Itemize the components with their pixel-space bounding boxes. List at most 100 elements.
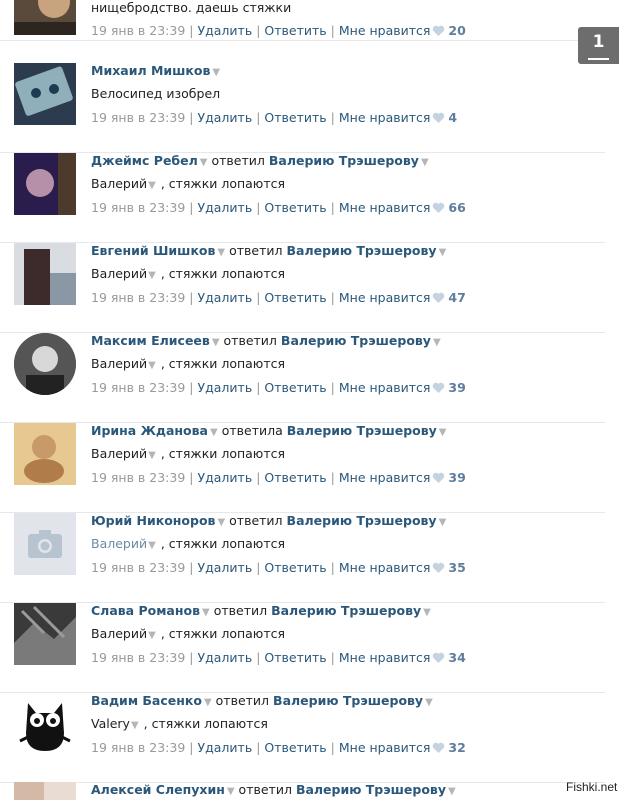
heart-icon[interactable] xyxy=(432,652,445,668)
reply-to-name[interactable]: Валерию Трэшерову xyxy=(287,513,437,528)
author-name[interactable]: Михаил Мишков xyxy=(91,63,210,78)
reply-to-name[interactable]: Валерию Трэшерову xyxy=(296,782,446,797)
page-number-badge[interactable]: 1 xyxy=(578,27,619,64)
dropdown-arrow-icon[interactable]: ▼ xyxy=(423,607,431,618)
reply-link[interactable]: Ответить xyxy=(264,23,326,38)
dropdown-arrow-icon[interactable]: ▼ xyxy=(425,697,433,708)
dropdown-arrow-icon[interactable]: ▼ xyxy=(204,697,212,708)
dropdown-arrow-icon[interactable]: ▼ xyxy=(202,607,210,618)
author-name[interactable]: Алексей Слепухин xyxy=(91,782,225,797)
comment-date[interactable]: 19 янв в 23:39 xyxy=(91,290,185,305)
comment-date[interactable]: 19 янв в 23:39 xyxy=(91,200,185,215)
reply-to-name[interactable]: Валерию Трэшерову xyxy=(271,603,421,618)
mention[interactable]: Валерий xyxy=(91,176,147,191)
reply-to-name[interactable]: Валерию Трэшерову xyxy=(287,243,437,258)
reply-link[interactable]: Ответить xyxy=(264,110,326,125)
comment-date[interactable]: 19 янв в 23:39 xyxy=(91,380,185,395)
avatar[interactable] xyxy=(14,243,76,305)
delete-link[interactable]: Удалить xyxy=(198,650,253,665)
like-link[interactable]: Мне нравится xyxy=(339,110,431,125)
delete-link[interactable]: Удалить xyxy=(198,470,253,485)
dropdown-arrow-icon[interactable]: ▼ xyxy=(439,247,447,258)
reply-link[interactable]: Ответить xyxy=(264,560,326,575)
author-name[interactable]: Слава Романов xyxy=(91,603,200,618)
avatar[interactable] xyxy=(14,153,76,215)
delete-link[interactable]: Удалить xyxy=(198,380,253,395)
like-link[interactable]: Мне нравится xyxy=(339,380,431,395)
mention[interactable]: Валерий xyxy=(91,446,147,461)
heart-icon[interactable] xyxy=(432,472,445,488)
comment-date[interactable]: 19 янв в 23:39 xyxy=(91,740,185,755)
delete-link[interactable]: Удалить xyxy=(198,740,253,755)
like-link[interactable]: Мне нравится xyxy=(339,200,431,215)
dropdown-arrow-icon[interactable]: ▼ xyxy=(439,517,447,528)
like-link[interactable]: Мне нравится xyxy=(339,23,431,38)
dropdown-arrow-icon[interactable]: ▼ xyxy=(148,270,156,281)
like-link[interactable]: Мне нравится xyxy=(339,650,431,665)
reply-to-name[interactable]: Валерию Трэшерову xyxy=(281,333,431,348)
author-name[interactable]: Юрий Никоноров xyxy=(91,513,215,528)
dropdown-arrow-icon[interactable]: ▼ xyxy=(217,247,225,258)
delete-link[interactable]: Удалить xyxy=(198,200,253,215)
delete-link[interactable]: Удалить xyxy=(198,560,253,575)
author-name[interactable]: Ирина Жданова xyxy=(91,423,208,438)
comment-date[interactable]: 19 янв в 23:39 xyxy=(91,560,185,575)
avatar[interactable] xyxy=(14,423,76,485)
avatar[interactable] xyxy=(14,0,76,35)
author-name[interactable]: Джеймс Ребел xyxy=(91,153,198,168)
author-name[interactable]: Евгений Шишков xyxy=(91,243,215,258)
like-link[interactable]: Мне нравится xyxy=(339,470,431,485)
delete-link[interactable]: Удалить xyxy=(198,290,253,305)
reply-to-name[interactable]: Валерию Трэшерову xyxy=(287,423,437,438)
dropdown-arrow-icon[interactable]: ▼ xyxy=(148,630,156,641)
avatar[interactable] xyxy=(14,63,76,125)
mention[interactable]: Валерий xyxy=(91,266,147,281)
reply-to-name[interactable]: Валерию Трэшерову xyxy=(273,693,423,708)
reply-link[interactable]: Ответить xyxy=(264,650,326,665)
dropdown-arrow-icon[interactable]: ▼ xyxy=(448,786,456,797)
dropdown-arrow-icon[interactable]: ▼ xyxy=(148,180,156,191)
dropdown-arrow-icon[interactable]: ▼ xyxy=(131,720,139,731)
heart-icon[interactable] xyxy=(432,202,445,218)
reply-to-name[interactable]: Валерию Трэшерову xyxy=(269,153,419,168)
like-link[interactable]: Мне нравится xyxy=(339,290,431,305)
heart-icon[interactable] xyxy=(432,292,445,308)
heart-icon[interactable] xyxy=(432,25,445,41)
like-link[interactable]: Мне нравится xyxy=(339,560,431,575)
dropdown-arrow-icon[interactable]: ▼ xyxy=(210,427,218,438)
dropdown-arrow-icon[interactable]: ▼ xyxy=(212,337,220,348)
reply-link[interactable]: Ответить xyxy=(264,380,326,395)
heart-icon[interactable] xyxy=(432,112,445,128)
mention[interactable]: Валерий xyxy=(91,626,147,641)
reply-link[interactable]: Ответить xyxy=(264,290,326,305)
dropdown-arrow-icon[interactable]: ▼ xyxy=(200,157,208,168)
comment-date[interactable]: 19 янв в 23:39 xyxy=(91,650,185,665)
comment-date[interactable]: 19 янв в 23:39 xyxy=(91,470,185,485)
dropdown-arrow-icon[interactable]: ▼ xyxy=(433,337,441,348)
avatar[interactable] xyxy=(14,603,76,665)
dropdown-arrow-icon[interactable]: ▼ xyxy=(148,540,156,551)
comment-date[interactable]: 19 янв в 23:39 xyxy=(91,23,185,38)
delete-link[interactable]: Удалить xyxy=(198,23,253,38)
delete-link[interactable]: Удалить xyxy=(198,110,253,125)
mention[interactable]: Valery xyxy=(91,716,130,731)
avatar[interactable] xyxy=(14,513,76,575)
like-link[interactable]: Мне нравится xyxy=(339,740,431,755)
heart-icon[interactable] xyxy=(432,382,445,398)
dropdown-arrow-icon[interactable]: ▼ xyxy=(421,157,429,168)
author-name[interactable]: Вадим Басенко xyxy=(91,693,202,708)
reply-link[interactable]: Ответить xyxy=(264,740,326,755)
dropdown-arrow-icon[interactable]: ▼ xyxy=(148,450,156,461)
dropdown-arrow-icon[interactable]: ▼ xyxy=(148,360,156,371)
comment-date[interactable]: 19 янв в 23:39 xyxy=(91,110,185,125)
avatar[interactable] xyxy=(14,782,76,800)
dropdown-arrow-icon[interactable]: ▼ xyxy=(439,427,447,438)
dropdown-arrow-icon[interactable]: ▼ xyxy=(217,517,225,528)
dropdown-arrow-icon[interactable]: ▼ xyxy=(212,67,220,78)
avatar[interactable] xyxy=(14,333,76,395)
heart-icon[interactable] xyxy=(432,562,445,578)
reply-link[interactable]: Ответить xyxy=(264,200,326,215)
mention[interactable]: Валерий xyxy=(91,536,147,551)
heart-icon[interactable] xyxy=(432,742,445,758)
dropdown-arrow-icon[interactable]: ▼ xyxy=(227,786,235,797)
